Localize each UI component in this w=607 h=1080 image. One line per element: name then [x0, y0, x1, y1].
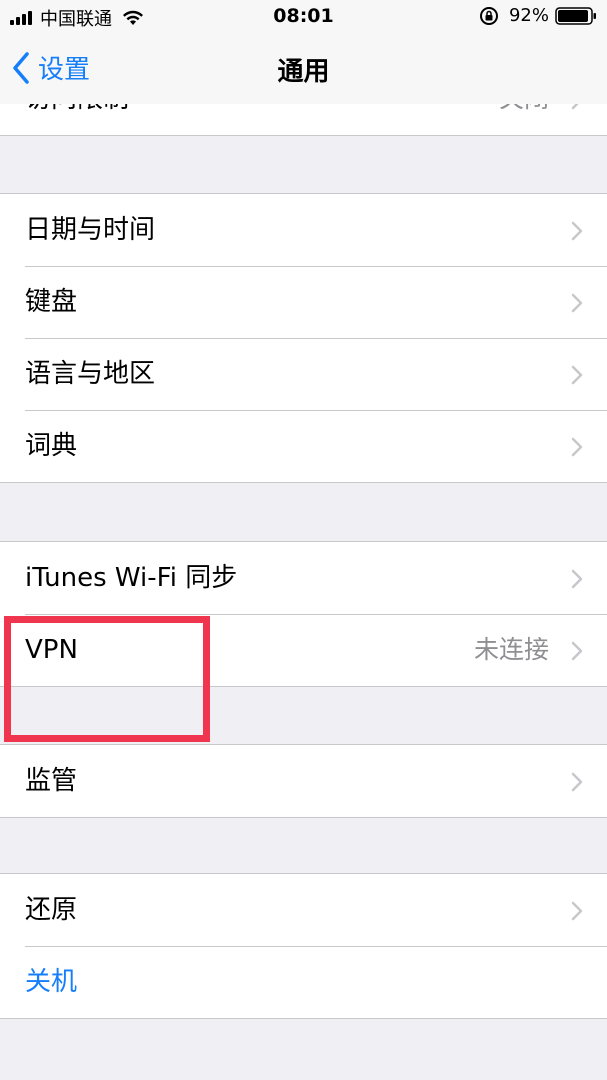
row-supervision[interactable]: 监管	[0, 745, 607, 817]
row-label: 还原	[25, 895, 78, 925]
settings-list: 访问限制 关闭 日期与时间 键盘 语言与地区 词典 iTunes Wi-Fi 同…	[0, 104, 607, 1080]
status-bar: 中国联通 08:01 92%	[0, 0, 607, 34]
row-dictionary[interactable]: 词典	[0, 410, 607, 482]
row-value: 关闭	[499, 104, 549, 135]
row-label: 日期与时间	[25, 215, 156, 245]
chevron-right-icon	[571, 293, 583, 313]
group-locale: 日期与时间 键盘 语言与地区 词典	[0, 193, 607, 483]
navigation-bar: 设置 通用	[0, 34, 607, 104]
row-itunes-wifi-sync[interactable]: iTunes Wi-Fi 同步	[0, 542, 607, 614]
chevron-right-icon	[571, 772, 583, 792]
group-sync-vpn: iTunes Wi-Fi 同步 VPN 未连接	[0, 541, 607, 687]
row-label: 语言与地区	[25, 359, 156, 389]
row-keyboard[interactable]: 键盘	[0, 266, 607, 338]
row-label: 访问限制	[25, 104, 129, 135]
vpn-status: 未连接	[473, 635, 549, 664]
row-language-region[interactable]: 语言与地区	[0, 338, 607, 410]
chevron-right-icon	[571, 104, 579, 110]
group-restrictions: 访问限制 关闭	[0, 104, 607, 136]
row-label: iTunes Wi-Fi 同步	[25, 563, 238, 593]
battery-icon	[555, 6, 596, 25]
orientation-lock-icon	[479, 6, 498, 25]
row-vpn[interactable]: VPN 未连接	[0, 614, 607, 686]
status-right: 92%	[479, 5, 597, 26]
row-label: VPN	[25, 635, 78, 665]
chevron-right-icon	[571, 641, 583, 661]
chevron-right-icon	[571, 569, 583, 589]
row-shutdown[interactable]: 关机	[0, 946, 607, 1018]
chevron-right-icon	[571, 437, 583, 457]
row-date-time[interactable]: 日期与时间	[0, 194, 607, 266]
battery-percent: 92%	[508, 5, 549, 26]
row-reset[interactable]: 还原	[0, 874, 607, 946]
row-label: 键盘	[25, 287, 78, 317]
chevron-right-icon	[571, 365, 583, 385]
row-restrictions[interactable]: 访问限制 关闭	[0, 104, 607, 135]
row-label: 监管	[25, 766, 78, 796]
row-label: 词典	[25, 431, 78, 461]
shutdown-label: 关机	[25, 967, 78, 997]
group-supervision: 监管	[0, 744, 607, 818]
group-reset-shutdown: 还原 关机	[0, 873, 607, 1019]
chevron-right-icon	[571, 901, 583, 921]
chevron-right-icon	[571, 221, 583, 241]
page-title: 通用	[277, 57, 330, 87]
